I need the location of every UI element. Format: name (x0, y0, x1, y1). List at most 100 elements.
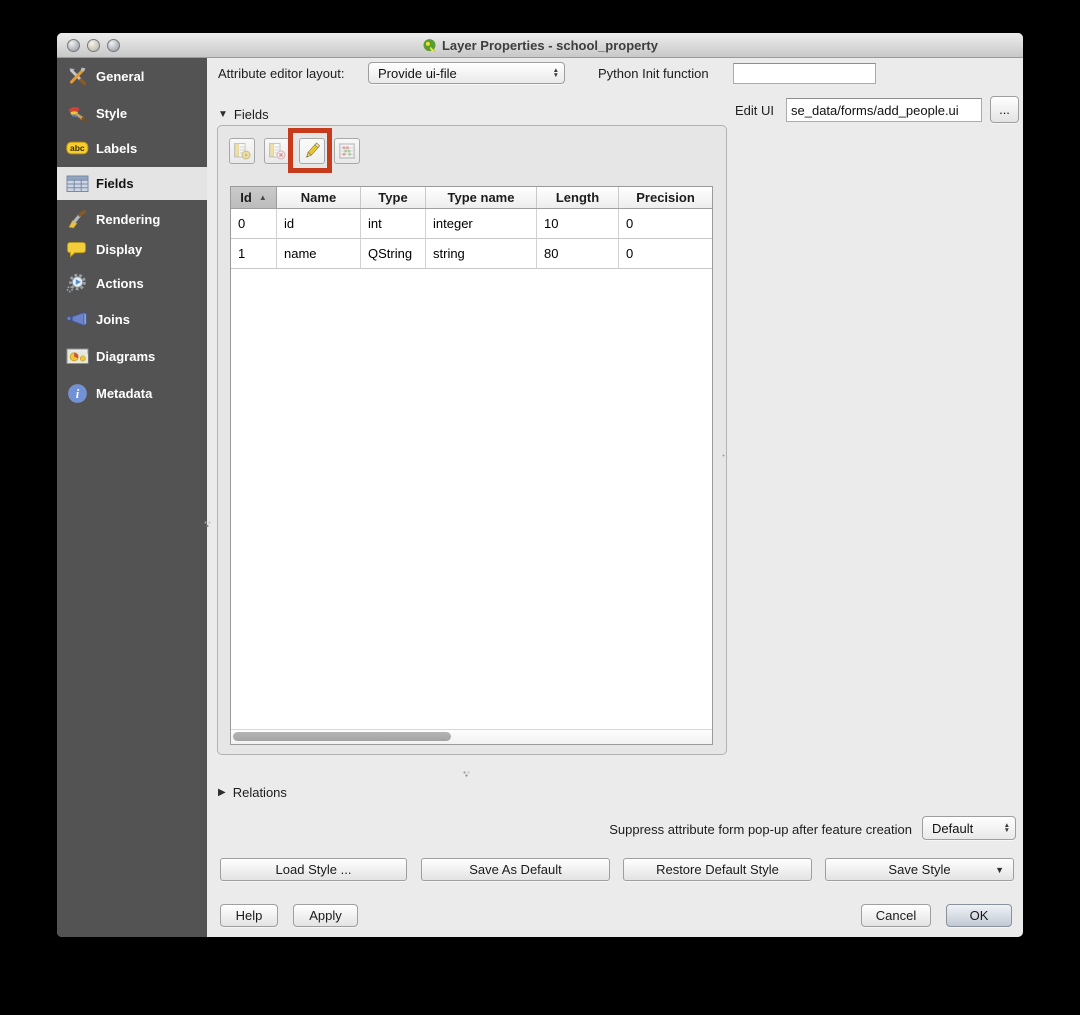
dropdown-arrow-icon: ▼ (995, 864, 1004, 875)
relations-section-title: Relations (232, 785, 287, 800)
relations-section-header[interactable]: ▶ Relations (218, 785, 287, 800)
sidebar-item-joins[interactable]: Joins (57, 304, 207, 334)
help-button[interactable]: Help (220, 904, 278, 927)
load-style-button[interactable]: Load Style ... (220, 858, 407, 881)
sidebar-item-label: Rendering (96, 211, 161, 227)
suppress-popup-dropdown[interactable]: Default ▲ ▼ (922, 816, 1016, 840)
save-style-button[interactable]: Save Style ▼ (825, 858, 1014, 881)
cell-precision[interactable]: 0 (619, 239, 712, 269)
gear-play-icon (64, 271, 90, 295)
sidebar-item-diagrams[interactable]: Diagrams (57, 341, 207, 371)
stepper-arrows-icon: ▲ ▼ (1003, 822, 1010, 834)
suppress-popup-label: Suppress attribute form pop-up after fea… (609, 822, 912, 837)
column-header-label: Type (378, 190, 408, 205)
speech-bubble-icon (64, 237, 90, 261)
sidebar-splitter-handle[interactable] (203, 516, 213, 534)
title-bar[interactable]: Layer Properties - school_property (57, 33, 1023, 58)
zoom-window-button[interactable] (107, 39, 120, 52)
sidebar-item-label: Joins (96, 311, 130, 327)
toggle-editing-icon (302, 141, 322, 161)
attribute-editor-layout-dropdown[interactable]: Provide ui-file ▲ ▼ (368, 62, 565, 84)
sidebar-item-label: Style (96, 105, 128, 121)
minimize-window-button[interactable] (87, 39, 100, 52)
sidebar-item-label: General (96, 68, 145, 84)
collapse-triangle-icon: ▼ (218, 109, 228, 120)
fields-section-header[interactable]: ▼ Fields (218, 107, 269, 122)
sidebar-item-label: Metadata (96, 385, 153, 401)
edit-ui-input[interactable]: se_data/forms/add_people.ui (786, 98, 982, 122)
sidebar-item-style[interactable]: Style (57, 98, 207, 128)
cell-type-name[interactable]: string (426, 239, 537, 269)
cell-length[interactable]: 10 (537, 209, 619, 239)
fields-table-header: Id ▲ Name Type Type name Length Precisio… (231, 187, 712, 209)
table-row[interactable]: 1 name QString string 80 0 (231, 239, 712, 269)
ok-button[interactable]: OK (946, 904, 1012, 927)
map-chart-icon (64, 344, 90, 368)
cell-id[interactable]: 0 (231, 209, 277, 239)
delete-column-button[interactable] (264, 138, 290, 164)
cell-name[interactable]: name (277, 239, 361, 269)
toggle-editing-button[interactable] (299, 138, 325, 164)
column-header-name[interactable]: Name (277, 187, 361, 208)
cell-type[interactable]: int (361, 209, 426, 239)
dropdown-selected-value: Provide ui-file (378, 65, 457, 81)
column-header-type-name[interactable]: Type name (426, 187, 537, 208)
sort-ascending-icon: ▲ (258, 193, 267, 202)
sidebar-item-label: Actions (96, 275, 144, 291)
join-horn-icon (64, 307, 90, 331)
cell-type-name[interactable]: integer (426, 209, 537, 239)
sidebar-item-label: Diagrams (96, 348, 156, 364)
panel-resize-handle[interactable] (721, 448, 729, 466)
column-header-label: Id (240, 190, 252, 205)
table-row[interactable]: 0 id int integer 10 0 (231, 209, 712, 239)
column-header-label: Name (300, 190, 337, 205)
sidebar-item-labels[interactable]: abc Labels (57, 133, 207, 163)
save-style-label: Save Style (888, 862, 951, 877)
new-column-button[interactable] (229, 138, 255, 164)
column-header-label: Length (555, 190, 600, 205)
column-header-precision[interactable]: Precision (619, 187, 712, 208)
cell-precision[interactable]: 0 (619, 209, 712, 239)
cell-id[interactable]: 1 (231, 239, 277, 269)
svg-text:i: i (75, 387, 79, 401)
scrollbar-thumb[interactable] (233, 732, 451, 741)
field-calculator-icon (338, 142, 356, 160)
section-splitter-handle[interactable] (462, 765, 472, 783)
cell-length[interactable]: 80 (537, 239, 619, 269)
column-header-type[interactable]: Type (361, 187, 426, 208)
sidebar-item-metadata[interactable]: i Metadata (57, 378, 207, 408)
restore-default-style-button[interactable]: Restore Default Style (623, 858, 812, 881)
window-title: Layer Properties - school_property (441, 37, 658, 53)
paintbrush-palette-icon (64, 101, 90, 125)
layer-properties-dialog: Layer Properties - school_property Gener… (57, 33, 1023, 937)
field-calculator-button[interactable] (334, 138, 360, 164)
tools-icon (64, 64, 90, 88)
column-header-id[interactable]: Id ▲ (231, 187, 277, 208)
expand-triangle-icon: ▶ (218, 787, 226, 798)
cell-type[interactable]: QString (361, 239, 426, 269)
sidebar-item-fields[interactable]: Fields (57, 167, 207, 200)
apply-button[interactable]: Apply (293, 904, 358, 927)
stepper-arrows-icon: ▲ ▼ (552, 67, 559, 79)
cancel-button[interactable]: Cancel (861, 904, 931, 927)
column-header-length[interactable]: Length (537, 187, 619, 208)
python-init-input[interactable] (733, 63, 876, 84)
close-window-button[interactable] (67, 39, 80, 52)
save-as-default-button[interactable]: Save As Default (421, 858, 610, 881)
edit-ui-label: Edit UI (735, 103, 775, 118)
browse-ui-file-button[interactable]: ... (990, 96, 1019, 123)
cell-name[interactable]: id (277, 209, 361, 239)
sidebar-item-display[interactable]: Display (57, 234, 207, 264)
sidebar-item-general[interactable]: General (57, 61, 207, 91)
sidebar-item-actions[interactable]: Actions (57, 268, 207, 298)
brush-icon (64, 207, 90, 231)
sidebar-item-label: Display (96, 241, 143, 257)
qgis-logo-icon (422, 38, 437, 53)
table-icon (64, 172, 90, 196)
delete-column-icon (268, 142, 286, 160)
attribute-editor-layout-label: Attribute editor layout: (218, 66, 345, 81)
sidebar-item-rendering[interactable]: Rendering (57, 204, 207, 234)
horizontal-scrollbar[interactable] (231, 729, 712, 744)
svg-text:abc: abc (69, 143, 84, 153)
dropdown-selected-value: Default (932, 820, 974, 836)
